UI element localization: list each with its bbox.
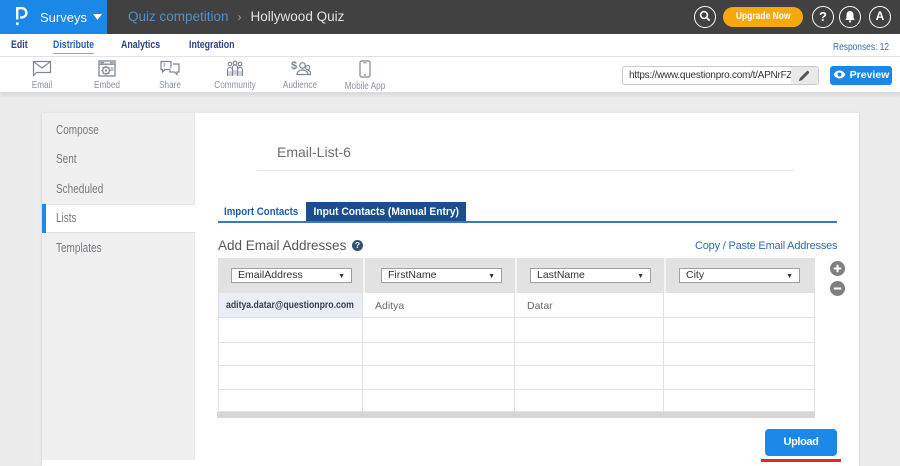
svg-text:$: $ — [291, 60, 297, 72]
